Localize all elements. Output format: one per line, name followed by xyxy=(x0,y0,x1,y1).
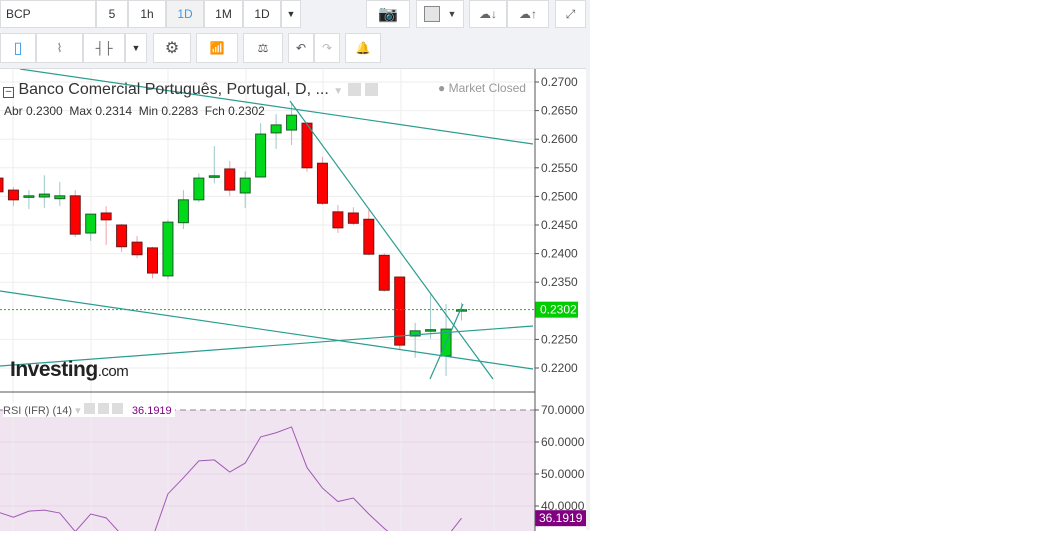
candle xyxy=(363,218,375,255)
camera-icon[interactable]: 📷 xyxy=(366,0,410,28)
undo-icon[interactable]: ↶ xyxy=(288,33,314,63)
rsi-label: RSI (IFR) (14) xyxy=(3,405,73,417)
chart-area[interactable]: 0.2700 0.2650 0.2600 0.2550 0.2500 0.2450 0.24… xyxy=(0,68,586,536)
price-tick-label: 0.2650 xyxy=(541,104,578,118)
market-status-text: Market Closed xyxy=(448,81,526,95)
legend-title-row: – Banco Comercial Português, Portugal, D… xyxy=(3,81,379,99)
rsi-tick-label: 70.0000 xyxy=(541,403,585,417)
candle xyxy=(147,247,158,274)
price-tick-label: 0.2200 xyxy=(541,361,578,375)
candle xyxy=(378,254,390,291)
interval-1d[interactable]: 1D xyxy=(166,0,204,28)
candle xyxy=(162,221,174,277)
symbol-input[interactable]: BCP xyxy=(0,0,96,28)
candle xyxy=(23,195,35,198)
collapse-icon[interactable]: – xyxy=(3,87,14,98)
bars-icon[interactable]: ┤├ xyxy=(83,33,125,63)
candle xyxy=(38,193,50,198)
candle xyxy=(131,241,143,256)
price-tick-label: 0.2350 xyxy=(541,275,578,289)
candle xyxy=(177,199,189,224)
fullscreen-icon[interactable]: ⤢ xyxy=(555,0,586,28)
candle xyxy=(347,212,359,224)
candles-icon[interactable]: ▯ xyxy=(0,33,36,63)
candle xyxy=(316,162,328,204)
price-tick-label: 0.2450 xyxy=(541,218,578,232)
cloud-upload-icon[interactable]: ☁↑ xyxy=(507,0,549,28)
price-tick-label: 0.2500 xyxy=(541,189,578,203)
visibility-icon[interactable] xyxy=(347,83,361,97)
gear-icon[interactable]: ⚙ xyxy=(153,33,191,63)
candle xyxy=(7,189,19,201)
price-tick-label: 0.2700 xyxy=(541,75,578,89)
legend-dropdown-icon[interactable]: ▼ xyxy=(333,86,343,97)
rsi-settings-icon[interactable] xyxy=(97,403,109,414)
cloud-download-icon[interactable]: ☁↓ xyxy=(469,0,507,28)
investing-logo: Investing.com xyxy=(10,358,129,381)
candle xyxy=(208,175,220,178)
indicators-icon[interactable]: 📶 xyxy=(196,33,238,63)
candle xyxy=(239,177,251,194)
rsi-close-icon[interactable] xyxy=(111,403,123,414)
rsi-value: 36.1919 xyxy=(131,405,172,417)
interval-5[interactable]: 5 xyxy=(96,0,128,28)
candle xyxy=(0,177,4,193)
chart-type-dropdown-icon[interactable]: ▼ xyxy=(125,33,147,63)
ohlc-values: Abr 0.2300 Max 0.2314 Min 0.2283 Fch 0.2… xyxy=(4,104,265,118)
candle xyxy=(286,114,298,131)
area-chart-icon[interactable]: ⌇ xyxy=(36,33,83,63)
chart-canvas[interactable]: 0.2700 0.2650 0.2600 0.2550 0.2500 0.2450 0.24… xyxy=(0,68,586,536)
alert-bell-icon[interactable]: 🔔 xyxy=(345,33,381,63)
candle xyxy=(270,124,282,134)
candle xyxy=(85,213,97,234)
color-picker-button[interactable]: ▼ xyxy=(416,0,464,28)
rsi-tick-label: 50.0000 xyxy=(541,467,585,481)
redo-icon[interactable]: ↷ xyxy=(314,33,340,63)
market-status: ● Market Closed xyxy=(438,81,526,95)
legend-settings-icon[interactable] xyxy=(365,83,379,97)
price-tick-label: 0.2550 xyxy=(541,161,578,175)
rsi-tick-label: 60.0000 xyxy=(541,435,585,449)
rsi-legend: RSI (IFR) (14) ▾ 36.1919 xyxy=(3,403,175,417)
rsi-value-label: 36.1919 xyxy=(539,511,583,525)
compare-scale-icon[interactable]: ⚖ xyxy=(243,33,283,63)
candle xyxy=(54,195,66,200)
candle xyxy=(193,177,205,201)
interval-dropdown-icon[interactable]: ▼ xyxy=(281,0,301,28)
last-price-label: 0.2302 xyxy=(540,303,577,317)
candle xyxy=(332,211,344,229)
candle xyxy=(394,276,406,346)
price-tick-label: 0.2250 xyxy=(541,332,578,346)
price-tick-label: 0.2600 xyxy=(541,132,578,146)
candle xyxy=(100,212,112,221)
price-tick-label: 0.2400 xyxy=(541,247,578,261)
interval-1m[interactable]: 1M xyxy=(204,0,243,28)
candle xyxy=(116,224,128,248)
candle xyxy=(224,168,236,191)
candle xyxy=(69,195,81,235)
candle xyxy=(425,329,437,332)
rsi-visibility-icon[interactable] xyxy=(83,403,95,414)
legend-title: Banco Comercial Português, Portugal, D, … xyxy=(18,81,329,98)
interval-1d-custom[interactable]: 1D xyxy=(243,0,281,28)
interval-1h[interactable]: 1h xyxy=(128,0,166,28)
candle xyxy=(255,133,267,178)
rsi-band xyxy=(0,410,535,531)
chart-widget: BCP 5 1h 1D 1M 1D ▼ 📷 ▼ ☁↓ ☁↑ ⤢ ▯ ⌇ ┤├ ▼… xyxy=(0,0,590,536)
